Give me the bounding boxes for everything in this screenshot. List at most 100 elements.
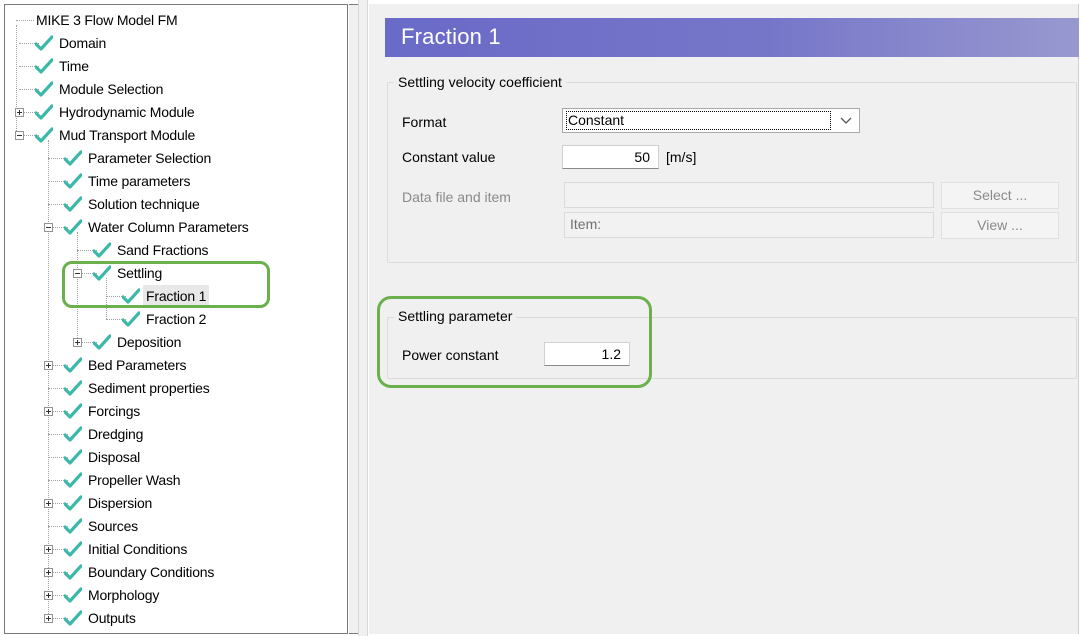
checkmark-icon: [64, 472, 82, 488]
tree-item[interactable]: Domain: [5, 32, 345, 55]
navigation-tree: MIKE 3 Flow Model FM Domain Time Module Sel…: [4, 4, 348, 634]
tree-item[interactable]: Initial Conditions: [5, 538, 345, 561]
checkmark-icon: [64, 357, 82, 373]
checkmark-icon: [35, 58, 53, 74]
format-label: Format: [402, 114, 447, 130]
checkmark-icon: [35, 127, 53, 143]
checkmark-icon: [64, 196, 82, 212]
tree-item-label: Mud Transport Module: [59, 127, 196, 143]
tree-item-label: Solution technique: [88, 196, 200, 212]
expand-icon[interactable]: [44, 545, 53, 554]
tree-item[interactable]: Dispersion: [5, 492, 345, 515]
tree-item[interactable]: Solution technique: [5, 193, 345, 216]
tree-item-label: Time parameters: [88, 173, 191, 189]
tree-item-label: Parameter Selection: [88, 150, 212, 166]
tree-item-label: Dispersion: [88, 495, 153, 511]
tree-item-label: Sediment properties: [88, 380, 210, 396]
tree-item-label: Initial Conditions: [88, 541, 188, 557]
checkmark-icon: [64, 610, 82, 626]
expand-icon[interactable]: [44, 568, 53, 577]
tree-item[interactable]: Fraction 2: [5, 308, 345, 331]
tree-item[interactable]: MIKE 3 Flow Model FM: [5, 9, 345, 32]
tree-scrollbar[interactable]: [349, 4, 358, 634]
tree-item-label: MIKE 3 Flow Model FM: [36, 12, 178, 28]
tree-item[interactable]: Time: [5, 55, 345, 78]
tree-item-label: Outputs: [88, 610, 136, 626]
expand-icon[interactable]: [73, 338, 82, 347]
tree-item[interactable]: Parameter Selection: [5, 147, 345, 170]
tree-item[interactable]: Outputs: [5, 607, 345, 630]
tree-item-label: Morphology: [88, 587, 160, 603]
expand-icon[interactable]: [44, 614, 53, 623]
tree-item-label: Dredging: [88, 426, 144, 442]
tree-item[interactable]: Sources: [5, 515, 345, 538]
tree-item[interactable]: Mud Transport Module: [5, 124, 345, 147]
checkmark-icon: [35, 81, 53, 97]
collapse-icon[interactable]: [15, 131, 24, 140]
tree-item[interactable]: Disposal: [5, 446, 345, 469]
tree-item[interactable]: Dredging: [5, 423, 345, 446]
format-dropdown-value: Constant: [566, 111, 831, 130]
checkmark-icon: [64, 173, 82, 189]
tree-item[interactable]: Morphology: [5, 584, 345, 607]
checkmark-icon: [64, 518, 82, 534]
tree-item-label: Sand Fractions: [117, 242, 209, 258]
collapse-icon[interactable]: [44, 223, 53, 232]
checkmark-icon: [64, 449, 82, 465]
tree-item[interactable]: Water Column Parameters: [5, 216, 345, 239]
tree-item-label: Fraction 2: [146, 311, 207, 327]
data-file-label: Data file and item: [402, 189, 511, 205]
properties-panel: Fraction 1 Settling velocity coefficient…: [369, 4, 1079, 634]
tree-item-label: Time: [59, 58, 89, 74]
settling-parameter-highlight-box: [377, 296, 652, 388]
checkmark-icon: [64, 587, 82, 603]
checkmark-icon: [64, 495, 82, 511]
checkmark-icon: [35, 104, 53, 120]
item-label: Item:: [570, 216, 602, 232]
tree-item[interactable]: Deposition: [5, 331, 345, 354]
checkmark-icon: [64, 564, 82, 580]
settling-velocity-group-title: Settling velocity coefficient: [394, 74, 566, 90]
checkmark-icon: [35, 35, 53, 51]
expand-icon[interactable]: [44, 499, 53, 508]
checkmark-icon: [64, 219, 82, 235]
tree-item[interactable]: Boundary Conditions: [5, 561, 345, 584]
checkmark-icon: [64, 426, 82, 442]
tree-item[interactable]: Bed Parameters: [5, 354, 345, 377]
tree-item-label: Propeller Wash: [88, 472, 181, 488]
tree-item-label: Boundary Conditions: [88, 564, 215, 580]
settling-highlight-box: [62, 261, 270, 308]
panel-splitter[interactable]: [358, 0, 368, 636]
tree-item-label: Deposition: [117, 334, 182, 350]
checkmark-icon: [93, 242, 111, 258]
expand-icon[interactable]: [44, 407, 53, 416]
format-dropdown[interactable]: Constant: [562, 108, 860, 133]
chevron-down-icon: [840, 117, 852, 124]
constant-value-input[interactable]: 50: [562, 145, 659, 169]
tree-item[interactable]: Forcings: [5, 400, 345, 423]
constant-value-label: Constant value: [402, 149, 496, 165]
item-input[interactable]: Item:: [564, 212, 934, 238]
tree-item[interactable]: Sand Fractions: [5, 239, 345, 262]
select-button[interactable]: Select ...: [941, 182, 1059, 209]
checkmark-icon: [122, 311, 140, 327]
checkmark-icon: [64, 403, 82, 419]
constant-value-unit: [m/s]: [666, 149, 697, 165]
expand-icon[interactable]: [44, 361, 53, 370]
page-title: Fraction 1: [401, 24, 501, 49]
tree-item-label: Domain: [59, 35, 107, 51]
data-file-input[interactable]: [564, 182, 934, 208]
tree-item[interactable]: Time parameters: [5, 170, 345, 193]
checkmark-icon: [64, 541, 82, 557]
tree-item[interactable]: Module Selection: [5, 78, 345, 101]
view-button[interactable]: View ...: [941, 212, 1059, 239]
tree-item-label: Forcings: [88, 403, 141, 419]
checkmark-icon: [93, 334, 111, 350]
checkmark-icon: [64, 150, 82, 166]
tree-item[interactable]: Propeller Wash: [5, 469, 345, 492]
expand-icon[interactable]: [44, 591, 53, 600]
tree-item[interactable]: Hydrodynamic Module: [5, 101, 345, 124]
tree-item[interactable]: Sediment properties: [5, 377, 345, 400]
expand-icon[interactable]: [15, 108, 24, 117]
tree-item-label: Hydrodynamic Module: [59, 104, 195, 120]
